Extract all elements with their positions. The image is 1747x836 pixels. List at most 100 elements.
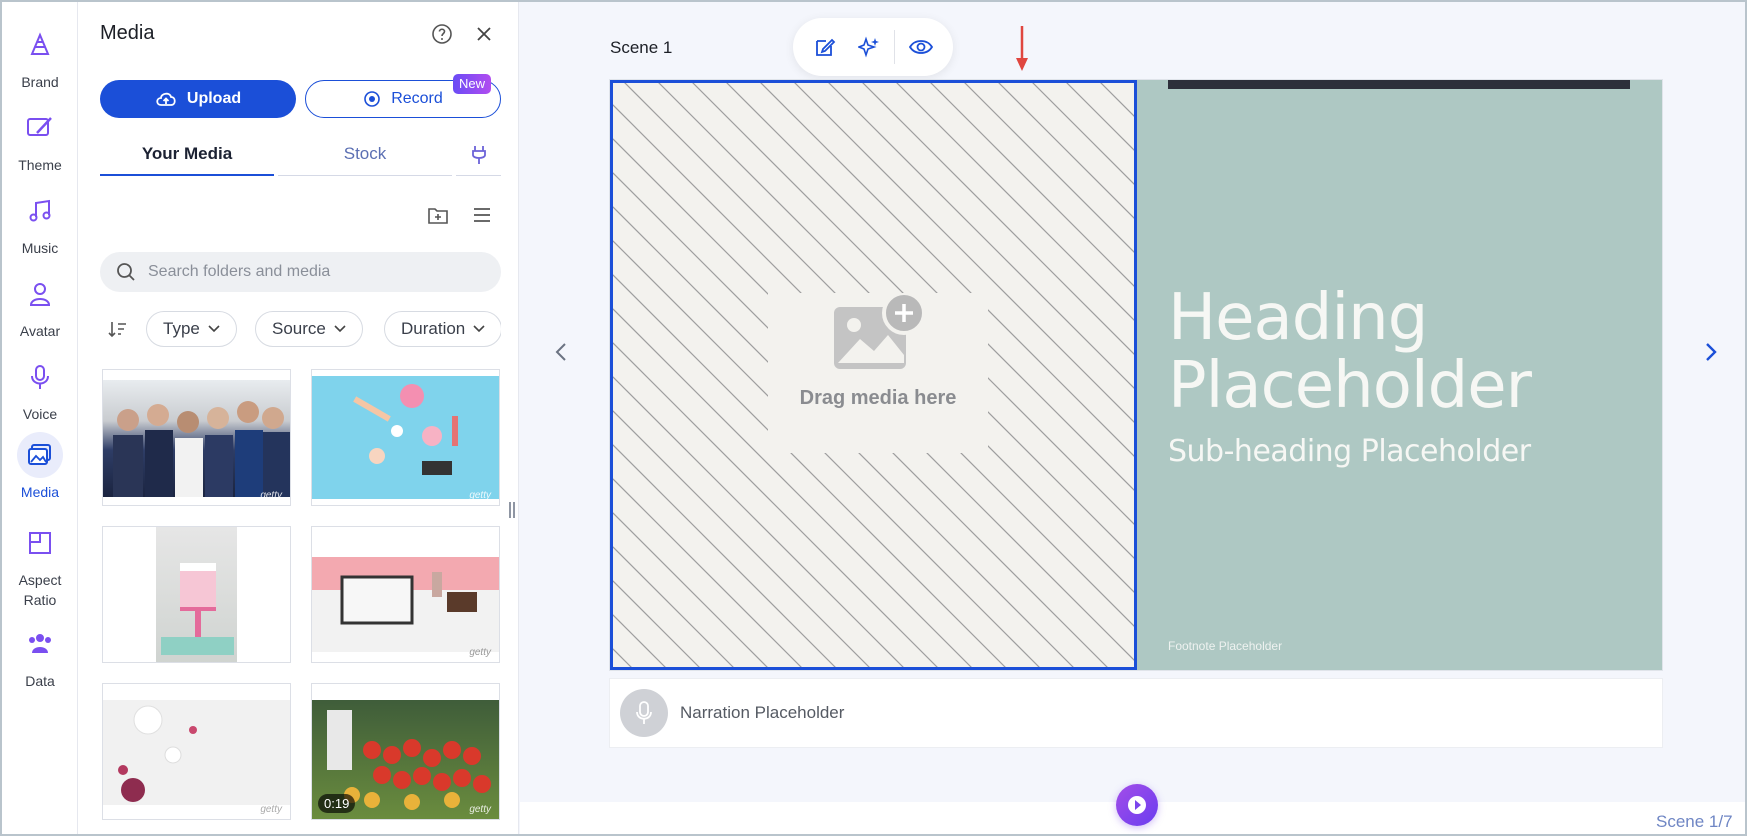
panel-title: Media — [100, 22, 155, 44]
watermark-getty: getty — [469, 647, 491, 658]
filter-source-label: Source — [272, 319, 326, 338]
media-thumbnail[interactable]: 0:19 getty — [311, 683, 500, 820]
tab-your-media[interactable]: Your Media — [100, 140, 274, 176]
narration-bar[interactable]: Narration Placeholder — [610, 679, 1662, 747]
media-icon — [17, 432, 63, 478]
previous-scene-icon[interactable] — [549, 340, 573, 364]
heading-line-2: Placeholder — [1168, 349, 1532, 423]
next-scene-icon[interactable] — [1699, 340, 1723, 364]
record-icon — [364, 91, 381, 107]
thumbnail-image-business-people — [103, 380, 290, 497]
tab-stock[interactable]: Stock — [278, 140, 452, 176]
filter-duration-label: Duration — [401, 319, 466, 338]
microphone-icon[interactable] — [620, 689, 668, 737]
hatch-line — [1132, 80, 1137, 670]
preview-eye-icon[interactable] — [903, 29, 939, 65]
filter-duration[interactable]: Duration — [384, 311, 501, 347]
edit-icon[interactable] — [807, 29, 843, 65]
drop-media-text: Drag media here — [799, 387, 957, 409]
rail-item-music[interactable]: Music — [2, 188, 78, 258]
media-thumbnail[interactable]: getty — [311, 369, 500, 506]
help-icon[interactable] — [430, 22, 454, 46]
plug-icon — [471, 146, 486, 164]
scene-label: Scene 1 — [610, 38, 673, 57]
slide-footnote[interactable]: Footnote Placeholder — [1168, 639, 1282, 653]
annotation-arrow-icon — [1016, 26, 1028, 77]
thumbnail-image-cake — [156, 527, 237, 662]
hatch-line — [613, 512, 768, 667]
rail-item-avatar[interactable]: Avatar — [2, 271, 78, 341]
app-window: Brand Theme Music Avatar Voice Media Asp… — [0, 0, 1747, 836]
drop-zone-center: Drag media here — [768, 293, 988, 453]
thumbnail-image-skincare — [103, 700, 290, 805]
hatch-line — [613, 580, 700, 667]
slide-accent-bar — [1168, 80, 1630, 89]
record-label: Record — [391, 90, 443, 107]
rail-item-media[interactable]: Media — [2, 432, 78, 502]
hatch-line — [613, 546, 734, 667]
heading-line-1: Heading — [1168, 281, 1428, 355]
rail-label-music: Music — [21, 240, 59, 256]
rail-label-avatar: Avatar — [19, 323, 61, 339]
filter-row: Type Source Duration — [100, 310, 501, 348]
rail-item-voice[interactable]: Voice — [2, 354, 78, 424]
media-drop-zone[interactable]: Drag media here — [610, 80, 1137, 670]
music-icon — [17, 188, 63, 234]
search-bar — [100, 252, 501, 292]
search-input[interactable] — [148, 263, 478, 281]
media-thumbnail[interactable]: getty — [311, 526, 500, 663]
sort-icon[interactable] — [104, 316, 130, 342]
brand-icon — [17, 22, 63, 68]
chevron-down-icon — [473, 325, 485, 333]
toolbar-divider — [894, 30, 896, 64]
rail-label-voice: Voice — [22, 406, 58, 422]
upload-button[interactable]: Upload — [100, 80, 296, 118]
chevron-down-icon — [208, 325, 220, 333]
rail-item-data[interactable]: Data — [2, 621, 78, 691]
scene-counter: Scene 1/7 — [1656, 812, 1733, 831]
new-folder-icon[interactable] — [425, 202, 451, 228]
chevron-down-icon — [334, 325, 346, 333]
magic-sparkle-icon[interactable] — [851, 29, 887, 65]
filter-source[interactable]: Source — [255, 311, 363, 347]
rail-label-theme: Theme — [18, 157, 62, 173]
tab-integrations[interactable] — [456, 140, 501, 176]
thumbnail-image-cosmetics — [312, 376, 499, 499]
cloud-upload-icon — [156, 92, 176, 106]
media-tabs: Your Media Stock — [100, 140, 501, 178]
watermark-getty: getty — [469, 490, 491, 501]
narration-placeholder: Narration Placeholder — [680, 703, 845, 722]
new-badge: New — [453, 74, 492, 94]
rail-item-brand[interactable]: Brand — [2, 22, 78, 92]
hatch-line — [613, 614, 666, 667]
slide-subheading[interactable]: Sub-heading Placeholder — [1168, 434, 1531, 469]
filter-type-label: Type — [163, 319, 200, 338]
media-thumbnail[interactable]: getty — [102, 683, 291, 820]
search-icon — [117, 263, 135, 281]
slide-heading[interactable]: Heading Placeholder — [1168, 284, 1638, 420]
list-view-icon[interactable] — [469, 202, 495, 228]
close-icon[interactable] — [472, 22, 496, 46]
rail-label-data: Data — [25, 673, 55, 689]
media-panel: Media Upload Record New Your Media Stock — [78, 2, 519, 834]
rail-label-brand: Brand — [21, 74, 59, 90]
floating-toolbar — [793, 18, 953, 76]
theme-icon — [17, 105, 63, 151]
panel-resize-handle[interactable] — [509, 502, 515, 518]
data-icon — [17, 621, 63, 667]
media-thumbnail[interactable] — [102, 526, 291, 663]
left-rail: Brand Theme Music Avatar Voice Media Asp… — [2, 2, 78, 834]
voice-icon — [17, 354, 63, 400]
rail-item-aspect-ratio[interactable]: Aspect Ratio — [2, 520, 78, 610]
rail-label-aspect-ratio: Aspect Ratio — [18, 572, 62, 608]
media-thumbnail[interactable]: getty — [102, 369, 291, 506]
watermark-getty: getty — [260, 490, 282, 501]
play-icon[interactable] — [1116, 784, 1158, 826]
avatar-icon — [17, 271, 63, 317]
rail-item-theme[interactable]: Theme — [2, 105, 78, 175]
thumbnail-image-tablet — [312, 557, 499, 652]
aspect-ratio-icon — [17, 520, 63, 566]
add-image-icon — [834, 293, 926, 369]
rail-label-media: Media — [20, 484, 60, 500]
filter-type[interactable]: Type — [146, 311, 237, 347]
